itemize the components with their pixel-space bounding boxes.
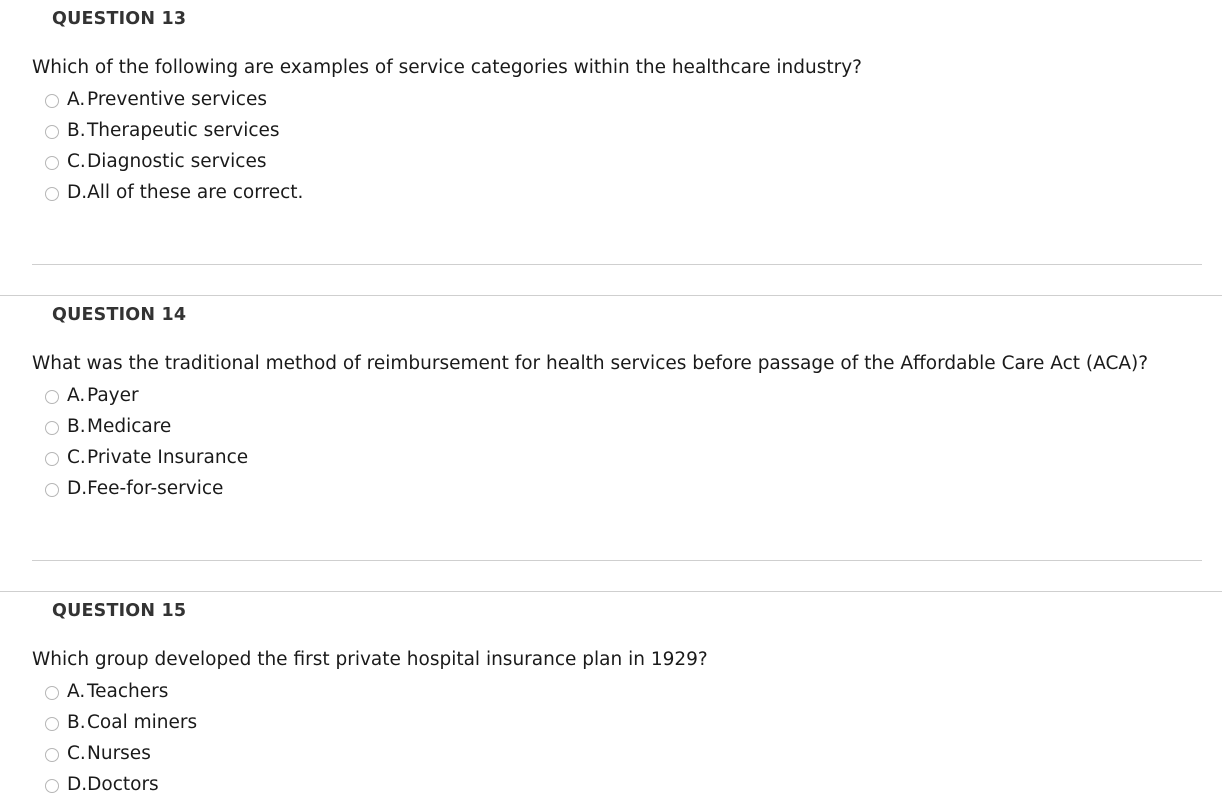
question-body: Which of the following are examples of s… (0, 31, 1222, 208)
radio-button-icon[interactable] (45, 93, 59, 108)
radio-button-icon[interactable] (45, 420, 59, 435)
option-letter: B. (67, 415, 86, 437)
question-block-14: QUESTION 14 What was the traditional met… (0, 296, 1222, 591)
option-label: D.Doctors (67, 774, 159, 796)
option-label: A.Preventive services (67, 89, 267, 111)
option-label: C.Nurses (67, 743, 151, 765)
option-row[interactable]: A.Teachers (32, 676, 1222, 707)
options-list: A.Teachers B.Coal miners C.Nurses D.Doct… (32, 671, 1222, 800)
option-label: C.Private Insurance (67, 447, 248, 469)
option-label: A.Teachers (67, 681, 168, 703)
option-letter: C. (67, 446, 86, 468)
option-letter: D. (67, 477, 88, 499)
option-row[interactable]: A.Payer (32, 380, 1222, 411)
option-text: Diagnostic services (87, 150, 267, 172)
option-text: Medicare (87, 415, 172, 437)
option-letter: B. (67, 711, 86, 733)
option-text: Payer (87, 384, 139, 406)
question-heading: QUESTION 13 (52, 9, 187, 29)
option-text: Therapeutic services (87, 119, 280, 141)
question-body: Which group developed the first private … (0, 623, 1222, 800)
option-row[interactable]: B.Therapeutic services (32, 115, 1222, 146)
option-text: All of these are correct. (87, 181, 304, 203)
options-list: A.Payer B.Medicare C.Private Insurance D… (32, 375, 1222, 504)
radio-button-icon[interactable] (45, 186, 59, 201)
radio-button-icon[interactable] (45, 155, 59, 170)
radio-button-icon[interactable] (45, 124, 59, 139)
option-text: Nurses (87, 742, 151, 764)
option-letter: C. (67, 150, 86, 172)
option-row[interactable]: B.Coal miners (32, 707, 1222, 738)
option-label: B.Medicare (67, 416, 171, 438)
radio-button-icon[interactable] (45, 716, 59, 731)
option-text: Teachers (87, 680, 169, 702)
option-letter: A. (67, 88, 86, 110)
radio-button-icon[interactable] (45, 685, 59, 700)
option-letter: B. (67, 119, 86, 141)
option-letter: A. (67, 384, 86, 406)
option-row[interactable]: C.Diagnostic services (32, 146, 1222, 177)
option-text: Doctors (87, 773, 159, 795)
option-text: Fee-for-service (87, 477, 224, 499)
option-row[interactable]: B.Medicare (32, 411, 1222, 442)
question-heading: QUESTION 15 (52, 601, 187, 621)
question-prompt: Which group developed the first private … (32, 649, 708, 670)
radio-button-icon[interactable] (45, 747, 59, 762)
option-row[interactable]: C.Nurses (32, 738, 1222, 769)
option-text: Preventive services (87, 88, 267, 110)
option-label: C.Diagnostic services (67, 151, 267, 173)
radio-button-icon[interactable] (45, 389, 59, 404)
options-list: A.Preventive services B.Therapeutic serv… (32, 79, 1222, 208)
option-letter: C. (67, 742, 86, 764)
option-row[interactable]: C.Private Insurance (32, 442, 1222, 473)
option-label: D.Fee-for-service (67, 478, 223, 500)
option-text: Coal miners (87, 711, 198, 733)
option-row[interactable]: D.Fee-for-service (32, 473, 1222, 504)
question-block-13: QUESTION 13 Which of the following are e… (0, 0, 1222, 295)
option-label: D.All of these are correct. (67, 182, 303, 204)
option-row[interactable]: A.Preventive services (32, 84, 1222, 115)
question-prompt: Which of the following are examples of s… (32, 57, 862, 78)
question-block-15: QUESTION 15 Which group developed the fi… (0, 592, 1222, 800)
quiz-page: QUESTION 13 Which of the following are e… (0, 0, 1222, 800)
radio-button-icon[interactable] (45, 778, 59, 793)
option-row[interactable]: D.All of these are correct. (32, 177, 1222, 208)
option-letter: D. (67, 773, 88, 795)
option-label: A.Payer (67, 385, 139, 407)
option-text: Private Insurance (87, 446, 249, 468)
question-body: What was the traditional method of reimb… (0, 327, 1222, 504)
radio-button-icon[interactable] (45, 451, 59, 466)
option-label: B.Coal miners (67, 712, 197, 734)
option-row[interactable]: D.Doctors (32, 769, 1222, 800)
question-heading: QUESTION 14 (52, 305, 187, 325)
option-letter: A. (67, 680, 86, 702)
option-label: B.Therapeutic services (67, 120, 280, 142)
radio-button-icon[interactable] (45, 482, 59, 497)
question-prompt: What was the traditional method of reimb… (32, 353, 1149, 374)
option-letter: D. (67, 181, 88, 203)
